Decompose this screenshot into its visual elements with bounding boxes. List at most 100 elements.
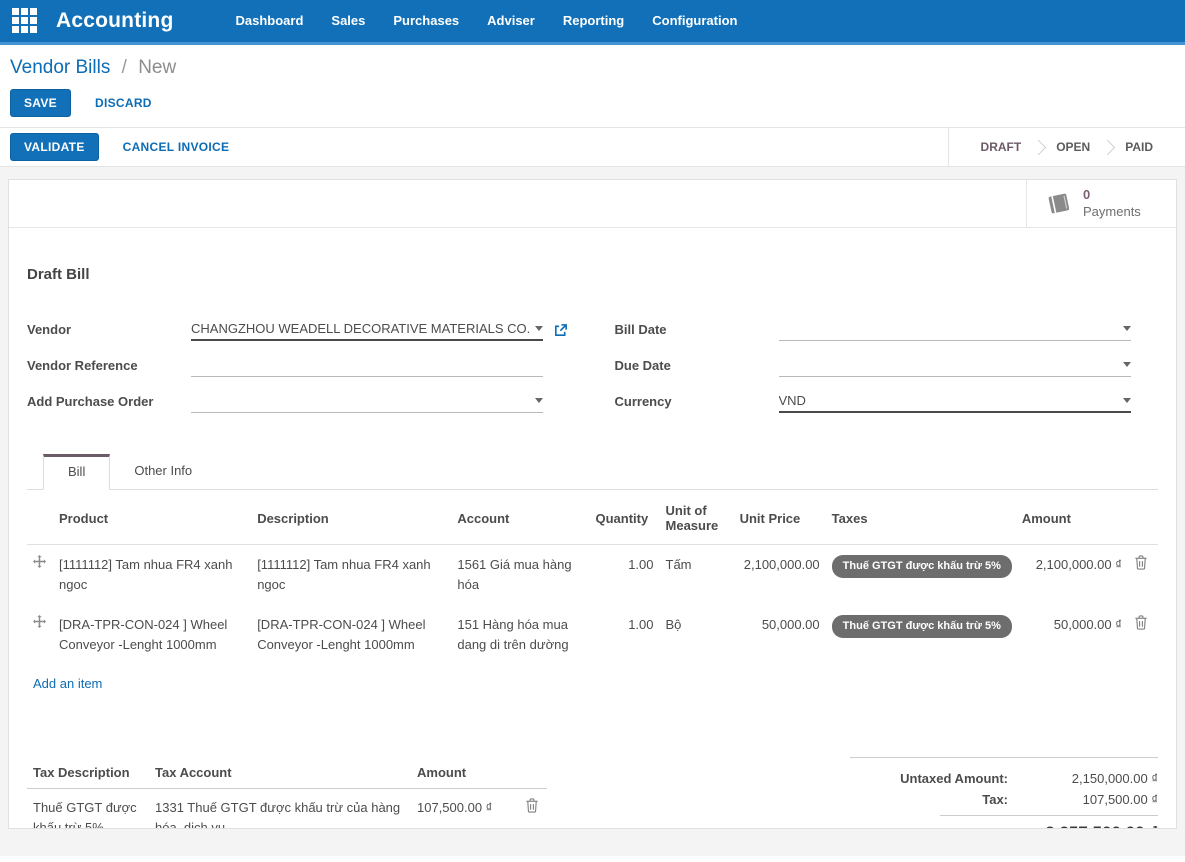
totals-panel: Untaxed Amount: 2,150,000.00 ₫ Tax: 107,…: [850, 756, 1158, 828]
tax-value: 107,500.00 ₫: [1082, 791, 1158, 807]
bill-date-field[interactable]: [778, 317, 1131, 341]
content-area: 0 Payments Draft Bill Vendor CHANGZHOU W…: [0, 167, 1185, 856]
cell-description[interactable]: [1111112] Tam nhua FR4 xanh ngoc: [251, 545, 451, 606]
cell-uom[interactable]: Bộ: [660, 605, 734, 665]
vendor-field[interactable]: CHANGZHOU WEADELL DECORATIVE MATERIALS C…: [191, 317, 543, 341]
drag-handle-icon[interactable]: [27, 605, 53, 665]
total-value: 2,257,500.00 ₫: [1008, 823, 1158, 828]
cell-taxes[interactable]: Thuế GTGT được khấu trừ 5%: [826, 545, 1016, 606]
due-date-field[interactable]: [778, 353, 1131, 377]
tax-pill[interactable]: Thuế GTGT được khấu trừ 5%: [831, 615, 1012, 639]
table-row[interactable]: [1111112] Tam nhua FR4 xanh ngoc [111111…: [27, 545, 1158, 606]
journal-book-icon: [1045, 192, 1073, 216]
form-statusbar-row: VALIDATE CANCEL INVOICE DRAFT OPEN PAID: [0, 127, 1185, 167]
cell-unit-price[interactable]: 2,100,000.00: [734, 545, 826, 606]
form-sheet: 0 Payments Draft Bill Vendor CHANGZHOU W…: [8, 179, 1177, 829]
page-title: Draft Bill: [27, 266, 90, 283]
cell-amount: 50,000.00 ₫: [1053, 617, 1122, 633]
breadcrumb-current: New: [138, 57, 177, 78]
trash-icon[interactable]: [1134, 555, 1148, 570]
due-date-label: Due Date: [614, 358, 671, 373]
cell-tax-description[interactable]: Thuế GTGT được khấu trừ 5%: [27, 788, 149, 828]
tax-pill[interactable]: Thuế GTGT được khấu trừ 5%: [831, 555, 1012, 579]
header-description: Description: [251, 492, 452, 545]
table-row[interactable]: Thuế GTGT được khấu trừ 5% 1331 Thuế GTG…: [27, 788, 547, 828]
nav-sales[interactable]: Sales: [317, 0, 379, 42]
cell-amount: 2,100,000.00 ₫: [1035, 557, 1122, 572]
drag-handle-icon[interactable]: [27, 545, 53, 606]
caret-down-icon[interactable]: [1122, 326, 1131, 331]
validate-button[interactable]: VALIDATE: [10, 133, 99, 161]
tax-lines-section: Tax Description Tax Account Amount Thuế …: [27, 756, 547, 828]
header-tax-description: Tax Description: [27, 756, 149, 789]
cell-tax-amount[interactable]: 107,500.00 ₫: [411, 788, 519, 828]
payments-button[interactable]: 0 Payments: [1026, 180, 1176, 227]
vendor-label: Vendor: [27, 322, 72, 337]
discard-button[interactable]: DISCARD: [95, 96, 152, 110]
caret-down-icon[interactable]: [535, 398, 543, 403]
app-title[interactable]: Accounting: [56, 9, 174, 33]
top-navbar: Accounting Dashboard Sales Purchases Adv…: [0, 0, 1185, 45]
trash-icon[interactable]: [525, 797, 539, 813]
cell-account[interactable]: 151 Hàng hóa mua dang di trên dường: [451, 605, 589, 665]
control-panel: Vendor Bills / New SAVE DISCARD: [0, 45, 1185, 127]
currency-value[interactable]: VND: [779, 393, 1117, 408]
page: Accounting Dashboard Sales Purchases Adv…: [0, 0, 1185, 856]
caret-down-icon[interactable]: [1122, 362, 1131, 367]
tax-header-row: Tax Description Tax Account Amount: [27, 756, 547, 789]
header-quantity: Quantity: [589, 492, 660, 545]
cell-taxes[interactable]: Thuế GTGT được khấu trừ 5%: [826, 605, 1016, 665]
header-product: Product: [53, 492, 252, 545]
breadcrumb: Vendor Bills / New: [10, 57, 1175, 79]
cell-product[interactable]: [1111112] Tam nhua FR4 xanh ngoc: [53, 545, 251, 606]
cancel-invoice-button[interactable]: CANCEL INVOICE: [123, 140, 230, 154]
header-account: Account: [451, 492, 590, 545]
apps-grid-icon[interactable]: [12, 8, 38, 34]
add-line-link[interactable]: Add an item: [33, 676, 102, 691]
cell-tax-account[interactable]: 1331 Thuế GTGT được khấu trừ của hàng hó…: [149, 788, 411, 828]
untaxed-amount-label: Untaxed Amount:: [900, 770, 1008, 786]
total-label: Total:: [974, 826, 1008, 828]
vendor-reference-field[interactable]: [191, 353, 543, 377]
breadcrumb-vendor-bills[interactable]: Vendor Bills: [10, 57, 110, 78]
nav-purchases[interactable]: Purchases: [379, 0, 473, 42]
header-unit-price: Unit Price: [733, 492, 826, 545]
cell-product[interactable]: [DRA-TPR-CON-024 ] Wheel Conveyor -Lengh…: [53, 605, 251, 665]
vendor-value[interactable]: CHANGZHOU WEADELL DECORATIVE MATERIALS C…: [191, 321, 529, 336]
status-paid[interactable]: PAID: [1107, 140, 1171, 154]
nav-reporting[interactable]: Reporting: [549, 0, 638, 42]
delete-row-button[interactable]: [1128, 545, 1158, 606]
vendor-reference-label: Vendor Reference: [27, 358, 138, 373]
tab-other-info[interactable]: Other Info: [110, 454, 216, 490]
cell-account[interactable]: 1561 Giá mua hàng hóa: [451, 545, 589, 606]
header-tax-account: Tax Account: [149, 756, 411, 789]
trash-icon[interactable]: [1134, 615, 1148, 630]
external-link-icon[interactable]: [553, 323, 568, 341]
status-draft[interactable]: DRAFT: [963, 140, 1040, 154]
currency-field[interactable]: VND: [778, 389, 1131, 413]
save-button[interactable]: SAVE: [10, 89, 71, 117]
statusbar: DRAFT OPEN PAID: [947, 128, 1185, 166]
cell-description[interactable]: [DRA-TPR-CON-024 ] Wheel Conveyor -Lengh…: [251, 605, 451, 665]
add-purchase-order-label: Add Purchase Order: [27, 394, 154, 409]
totals-divider: [940, 814, 1158, 816]
nav-adviser[interactable]: Adviser: [473, 0, 549, 42]
cell-uom[interactable]: Tấm: [660, 545, 734, 606]
nav-configuration[interactable]: Configuration: [638, 0, 751, 42]
tax-lines-table: Tax Description Tax Account Amount Thuế …: [27, 756, 547, 828]
table-row[interactable]: [DRA-TPR-CON-024 ] Wheel Conveyor -Lengh…: [27, 605, 1158, 665]
control-panel-buttons: SAVE DISCARD: [10, 89, 1175, 117]
breadcrumb-separator: /: [121, 57, 127, 78]
cell-unit-price[interactable]: 50,000.00: [734, 605, 826, 665]
add-purchase-order-field[interactable]: [191, 389, 543, 413]
tab-bill[interactable]: Bill: [43, 454, 111, 490]
caret-down-icon[interactable]: [535, 325, 543, 331]
untaxed-amount-value: 2,150,000.00 ₫: [1071, 770, 1158, 786]
cell-quantity[interactable]: 1.00: [589, 605, 659, 665]
caret-down-icon[interactable]: [1122, 397, 1131, 403]
delete-row-button[interactable]: [1128, 605, 1158, 665]
status-open[interactable]: OPEN: [1038, 140, 1108, 154]
delete-row-button[interactable]: [519, 788, 547, 828]
cell-quantity[interactable]: 1.00: [589, 545, 659, 606]
nav-dashboard[interactable]: Dashboard: [222, 0, 318, 42]
